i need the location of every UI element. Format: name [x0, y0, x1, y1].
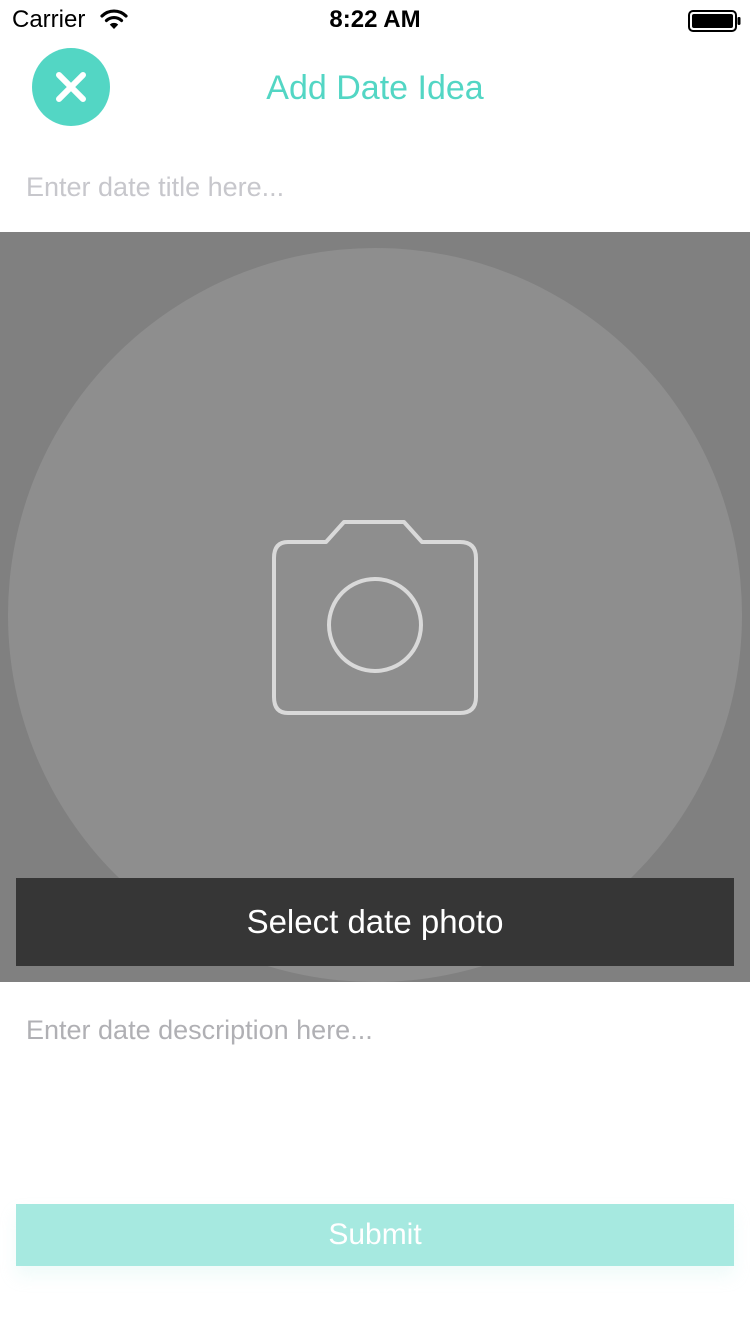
submit-button[interactable]: Submit: [16, 1204, 734, 1266]
select-photo-button[interactable]: Select date photo: [16, 878, 734, 966]
battery-icon: [688, 10, 742, 32]
date-description-input[interactable]: [26, 1010, 724, 1180]
date-title-input[interactable]: [26, 164, 724, 210]
page-title: Add Date Idea: [266, 69, 484, 107]
status-bar: Carrier 8:22 AM: [0, 0, 750, 40]
photo-picker[interactable]: Select date photo: [0, 232, 750, 982]
status-time: 8:22 AM: [329, 6, 421, 33]
camera-icon: [270, 517, 480, 717]
